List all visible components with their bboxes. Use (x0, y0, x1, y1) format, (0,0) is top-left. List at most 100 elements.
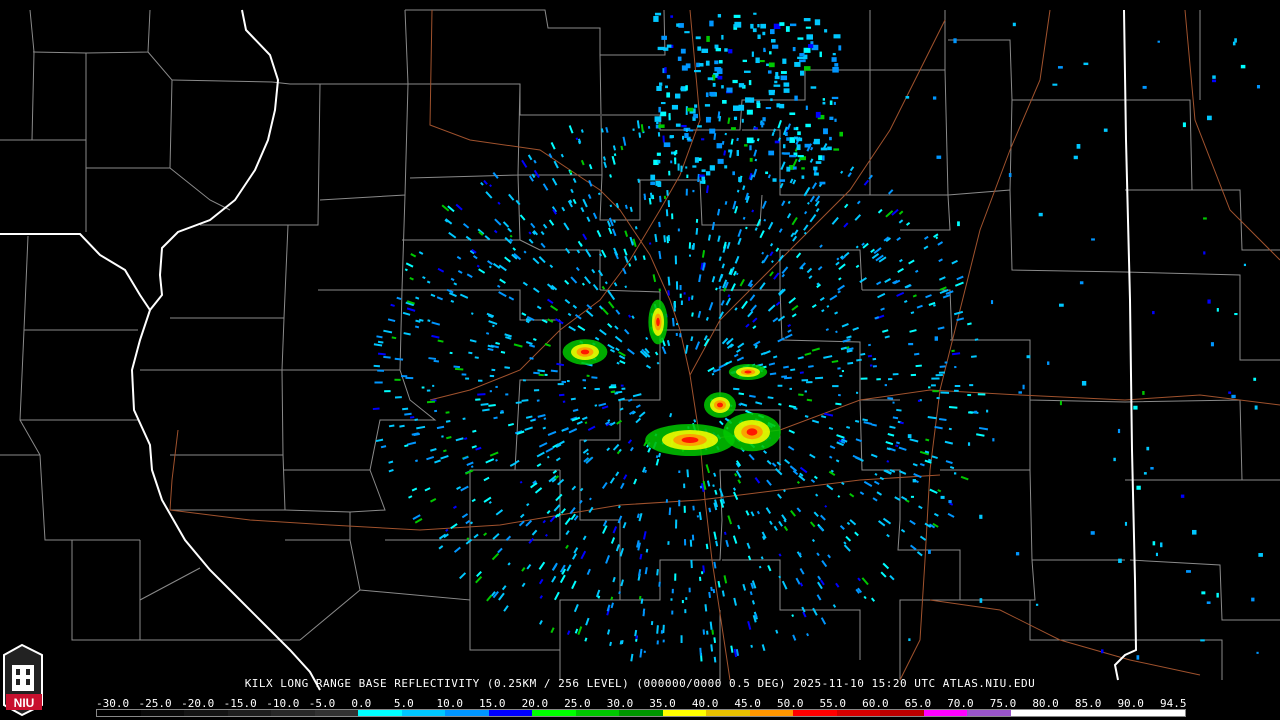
echo-cell (797, 131, 801, 136)
echo-cell (803, 47, 811, 53)
echo-streak (821, 415, 827, 419)
echo-streak (418, 318, 424, 322)
echo-cell (801, 167, 805, 170)
echo-cell (905, 96, 910, 99)
echo-streak (616, 361, 620, 365)
echo-streak (667, 290, 670, 296)
echo-streak (537, 369, 546, 373)
colorbar-swatch (662, 710, 707, 716)
colorbar-swatch (923, 710, 968, 716)
echo-streak (798, 552, 802, 556)
echo-streak (761, 251, 765, 255)
echo-cell (789, 112, 796, 116)
echo-cell (907, 434, 912, 439)
echo-cell (797, 37, 804, 40)
echo-streak (609, 174, 612, 178)
echo-streak (705, 543, 709, 550)
echo-streak (509, 234, 513, 238)
echo-streak (712, 588, 716, 594)
echo-cell (796, 137, 803, 142)
echo-streak (533, 159, 537, 164)
echo-cell (789, 23, 797, 27)
echo-cell (1146, 446, 1150, 451)
echo-streak (669, 413, 673, 418)
echo-cell (714, 60, 719, 65)
echo-streak (388, 424, 395, 428)
echo-cell (732, 105, 740, 111)
echo-cell (716, 143, 723, 149)
echo-streak (717, 111, 721, 119)
echo-streak (846, 349, 853, 353)
echo-cell (1047, 361, 1050, 365)
echo-cell (759, 60, 765, 63)
echo-streak (597, 595, 601, 599)
echo-cell (1124, 521, 1128, 526)
echo-streak (713, 637, 717, 644)
echo-cell (1157, 40, 1160, 43)
echo-cell (663, 142, 671, 148)
echo-streak (607, 419, 611, 423)
echo-cell (953, 472, 957, 475)
echo-streak (727, 294, 731, 298)
echo-streak (673, 302, 676, 312)
echo-cell (833, 148, 840, 151)
echo-cell (1091, 238, 1095, 241)
echo-cell (779, 179, 786, 182)
echo-streak (843, 541, 847, 545)
echo-streak (612, 145, 617, 151)
echo-cell (796, 126, 799, 131)
echo-cell (793, 166, 797, 170)
echo-cell (822, 155, 825, 161)
echo-streak (666, 236, 669, 244)
echo-streak (708, 507, 712, 513)
product-caption: KILX LONG RANGE BASE REFLECTIVITY (0.25K… (244, 677, 1036, 690)
colorbar-swatch (836, 710, 881, 716)
echo-streak (507, 422, 514, 427)
echo-streak (643, 196, 647, 201)
echo-streak (742, 185, 746, 191)
echo-cell (1143, 472, 1147, 475)
echo-streak (915, 364, 922, 368)
echo-cell (957, 221, 960, 227)
echo-streak (584, 637, 588, 642)
echo-streak (656, 625, 659, 634)
echo-cell (666, 44, 672, 48)
echo-streak (642, 255, 646, 261)
echo-cell (813, 138, 820, 145)
echo-streak (588, 497, 592, 501)
echo-core (744, 370, 752, 374)
echo-streak (855, 245, 859, 249)
echo-streak (521, 399, 529, 402)
echo-cell (1133, 405, 1138, 410)
echo-streak (413, 432, 420, 437)
echo-streak (736, 189, 740, 193)
echo-streak (783, 365, 789, 369)
echo-streak (738, 392, 745, 396)
echo-cell (1206, 115, 1212, 121)
echo-streak (403, 332, 411, 336)
echo-cell (724, 48, 728, 52)
echo-cell (934, 336, 938, 341)
echo-cell (665, 85, 668, 89)
echo-streak (615, 202, 620, 209)
echo-streak (612, 576, 616, 583)
echo-streak (450, 277, 455, 282)
colorbar-swatch (749, 710, 794, 716)
echo-streak (913, 352, 920, 356)
echo-streak (828, 426, 834, 430)
echo-cell (709, 91, 716, 96)
echo-streak (718, 285, 722, 290)
echo-streak (388, 460, 394, 464)
echo-cell (1136, 655, 1140, 660)
echo-cell (815, 161, 822, 164)
echo-cell (768, 150, 775, 156)
echo-streak (476, 264, 480, 268)
echo-cell (744, 144, 748, 147)
echo-streak (617, 505, 621, 509)
echo-streak (375, 438, 384, 443)
echo-streak (639, 553, 643, 560)
echo-streak (372, 407, 380, 411)
echo-streak (862, 418, 869, 422)
echo-streak (699, 647, 702, 656)
echo-streak (530, 418, 536, 422)
